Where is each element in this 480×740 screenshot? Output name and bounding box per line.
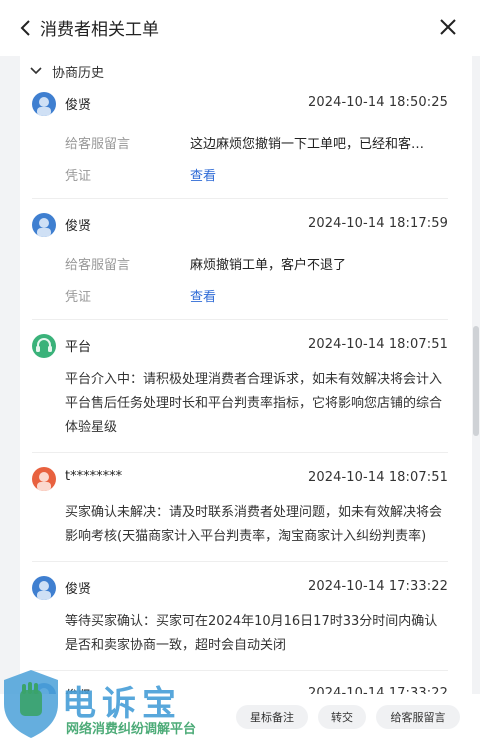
history-entry: 俊贤 2024-10-14 17:33:22 等待买家确认：买家可在2024年1… bbox=[32, 568, 448, 671]
leave-message-button[interactable]: 给客服留言 bbox=[376, 705, 460, 729]
buyer-avatar bbox=[32, 467, 56, 491]
history-entry: 平台 2024-10-14 18:07:51 平台介入中：请积极处理消费者合理诉… bbox=[32, 326, 448, 453]
entry-name: t******** bbox=[65, 469, 123, 484]
star-note-button[interactable]: 星标备注 bbox=[236, 705, 308, 729]
entry-text: 平台介入中：请积极处理消费者合理诉求，如未有效解决将会计入平台售后任务处理时长和… bbox=[65, 372, 443, 435]
transfer-button[interactable]: 转交 bbox=[318, 705, 366, 729]
headset-icon bbox=[36, 338, 52, 352]
evidence-label: 凭证 bbox=[65, 169, 92, 184]
history-list: 俊贤 2024-10-14 18:50:25 给客服留言 这边麻烦您撤销一下工单吧… bbox=[20, 84, 460, 694]
negotiation-panel: 协商历史 俊贤 2024-10-14 18:50:25 给客服留言 这边麻烦您撤销… bbox=[20, 56, 472, 694]
close-icon[interactable] bbox=[439, 18, 457, 36]
seller-avatar bbox=[32, 92, 56, 116]
entry-text: 买家确认未解决：请及时联系消费者处理问题，如未有效解决将会影响考核(天猫商家计入… bbox=[65, 505, 443, 544]
seller-avatar bbox=[32, 213, 56, 237]
section-toggle[interactable]: 协商历史 bbox=[30, 60, 104, 82]
entry-time: 2024-10-14 18:07:51 bbox=[308, 337, 448, 352]
message-label: 给客服留言 bbox=[65, 258, 131, 273]
header-bar: 消费者相关工单 bbox=[0, 0, 480, 56]
entry-time: 2024-10-14 18:17:59 bbox=[308, 216, 448, 231]
entry-name: 俊贤 bbox=[65, 582, 92, 597]
view-evidence-link[interactable]: 查看 bbox=[190, 286, 440, 305]
entry-time: 2024-10-14 17:33:22 bbox=[308, 686, 448, 694]
scrollbar-thumb[interactable] bbox=[473, 326, 479, 436]
person-icon bbox=[37, 97, 51, 116]
evidence-label: 凭证 bbox=[65, 290, 92, 305]
message-value: 这边麻烦您撤销一下工单吧，已经和客… bbox=[190, 137, 425, 152]
history-entry: 俊贤 2024-10-14 18:50:25 给客服留言 这边麻烦您撤销一下工单吧… bbox=[32, 84, 448, 199]
message-value: 麻烦撤销工单，客户不退了 bbox=[190, 258, 347, 273]
watermark-subtitle: 网络消费纠纷调解平台 bbox=[66, 722, 197, 737]
person-icon bbox=[37, 472, 51, 491]
entry-time: 2024-10-14 18:50:25 bbox=[308, 95, 448, 110]
page-title: 消费者相关工单 bbox=[40, 20, 159, 40]
entry-time: 2024-10-14 18:07:51 bbox=[308, 470, 448, 485]
platform-avatar bbox=[32, 334, 56, 358]
person-icon bbox=[37, 581, 51, 600]
person-icon bbox=[37, 218, 51, 237]
entry-text: 等待买家确认：买家可在2024年10月16日17时33分时间内确认是否和卖家协商… bbox=[65, 614, 438, 653]
entry-name: 俊贤 bbox=[65, 219, 92, 234]
history-entry: t******** 2024-10-14 18:07:51 买家确认未解决：请及… bbox=[32, 459, 448, 562]
entry-name: 平台 bbox=[65, 340, 92, 355]
seller-avatar bbox=[32, 576, 56, 600]
history-entry: 俊贤 2024-10-14 18:17:59 给客服留言 麻烦撤销工单，客户不退了… bbox=[32, 205, 448, 320]
section-title: 协商历史 bbox=[52, 65, 105, 81]
view-evidence-link[interactable]: 查看 bbox=[190, 165, 440, 184]
back-chevron-icon[interactable] bbox=[20, 19, 32, 37]
message-label: 给客服留言 bbox=[65, 137, 131, 152]
entry-name: 俊贤 bbox=[65, 98, 92, 113]
shield-fist-icon bbox=[4, 670, 58, 738]
chevron-down-icon bbox=[30, 67, 42, 75]
entry-time: 2024-10-14 17:33:22 bbox=[308, 579, 448, 594]
